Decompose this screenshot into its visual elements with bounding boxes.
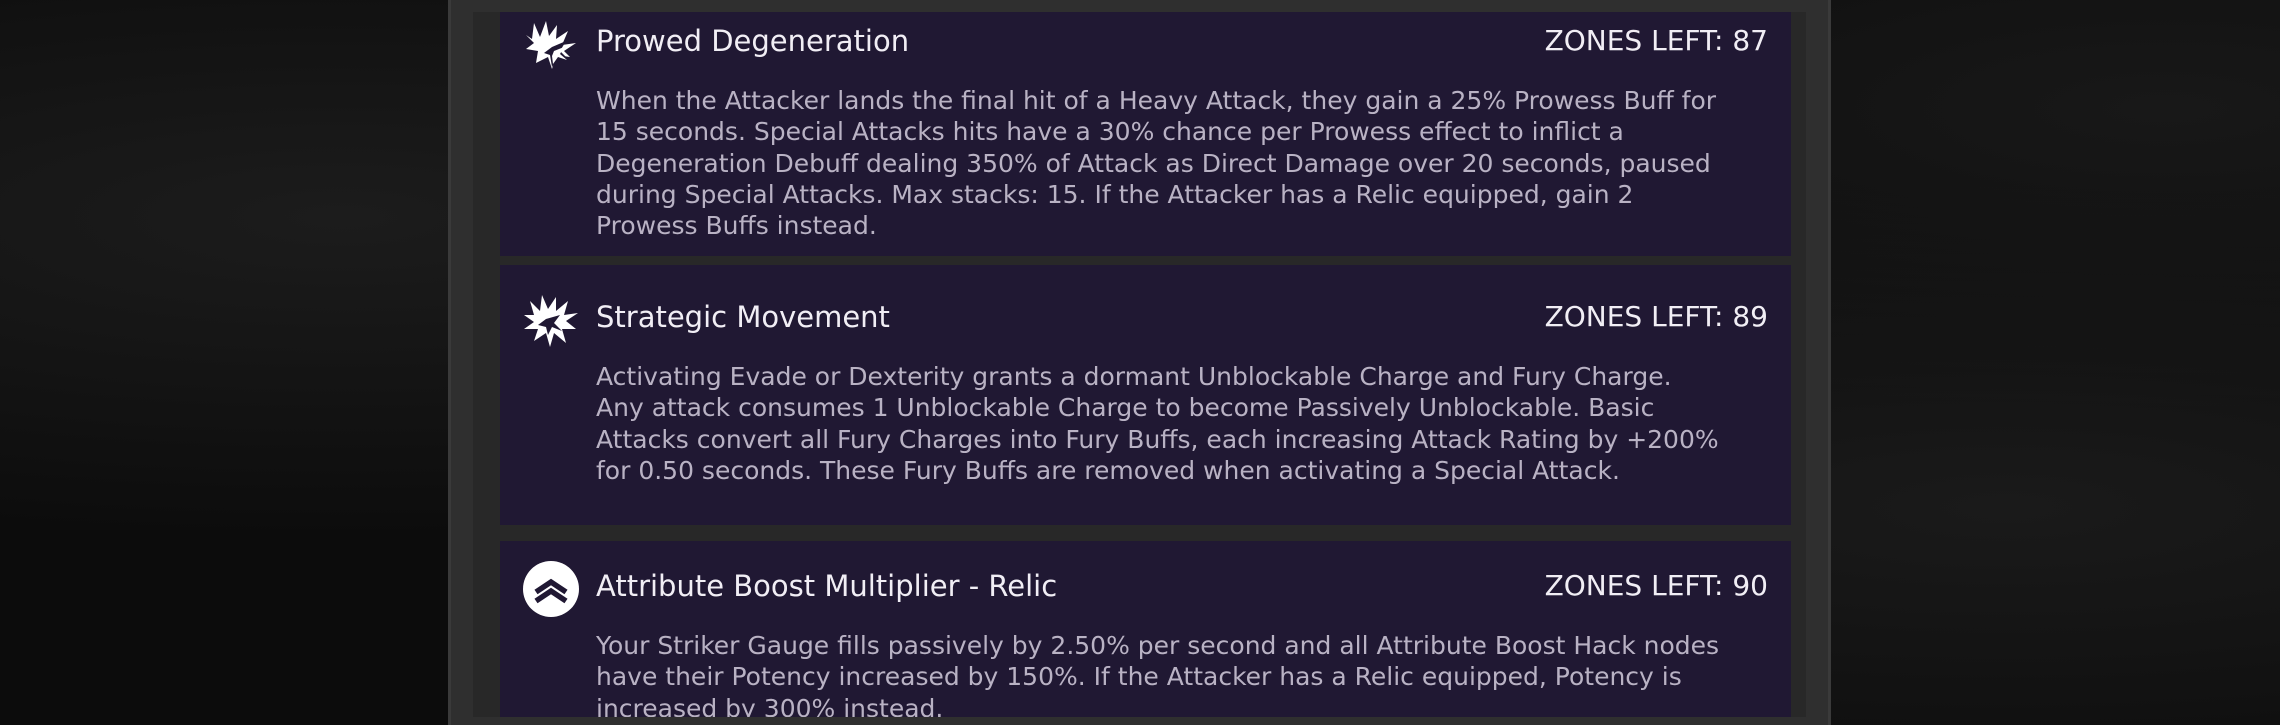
node-list-panel: Prowed Degeneration ZONES LEFT: 87 When … (448, 0, 1831, 725)
zones-left-label: ZONES LEFT: 89 (1544, 300, 1768, 333)
node-title: Attribute Boost Multiplier - Relic (596, 569, 1058, 603)
node-card[interactable]: Prowed Degeneration ZONES LEFT: 87 When … (500, 12, 1791, 256)
zones-left-label: ZONES LEFT: 87 (1544, 24, 1768, 57)
node-list-scroll-area[interactable]: Prowed Degeneration ZONES LEFT: 87 When … (473, 12, 1806, 717)
node-card[interactable]: Strategic Movement ZONES LEFT: 89 Activa… (500, 265, 1791, 525)
prowess-burst-icon (526, 21, 576, 69)
node-title: Prowed Degeneration (596, 24, 910, 58)
node-description: When the Attacker lands the final hit of… (596, 86, 1717, 241)
zones-left-label: ZONES LEFT: 90 (1544, 569, 1768, 602)
node-description: Activating Evade or Dexterity grants a d… (596, 362, 1719, 485)
attribute-boost-chevron-icon (523, 561, 579, 617)
node-card[interactable]: Attribute Boost Multiplier - Relic ZONES… (500, 541, 1791, 717)
node-description: Your Striker Gauge fills passively by 2.… (596, 631, 1720, 717)
fury-burst-icon (524, 295, 578, 347)
node-title: Strategic Movement (596, 300, 890, 334)
